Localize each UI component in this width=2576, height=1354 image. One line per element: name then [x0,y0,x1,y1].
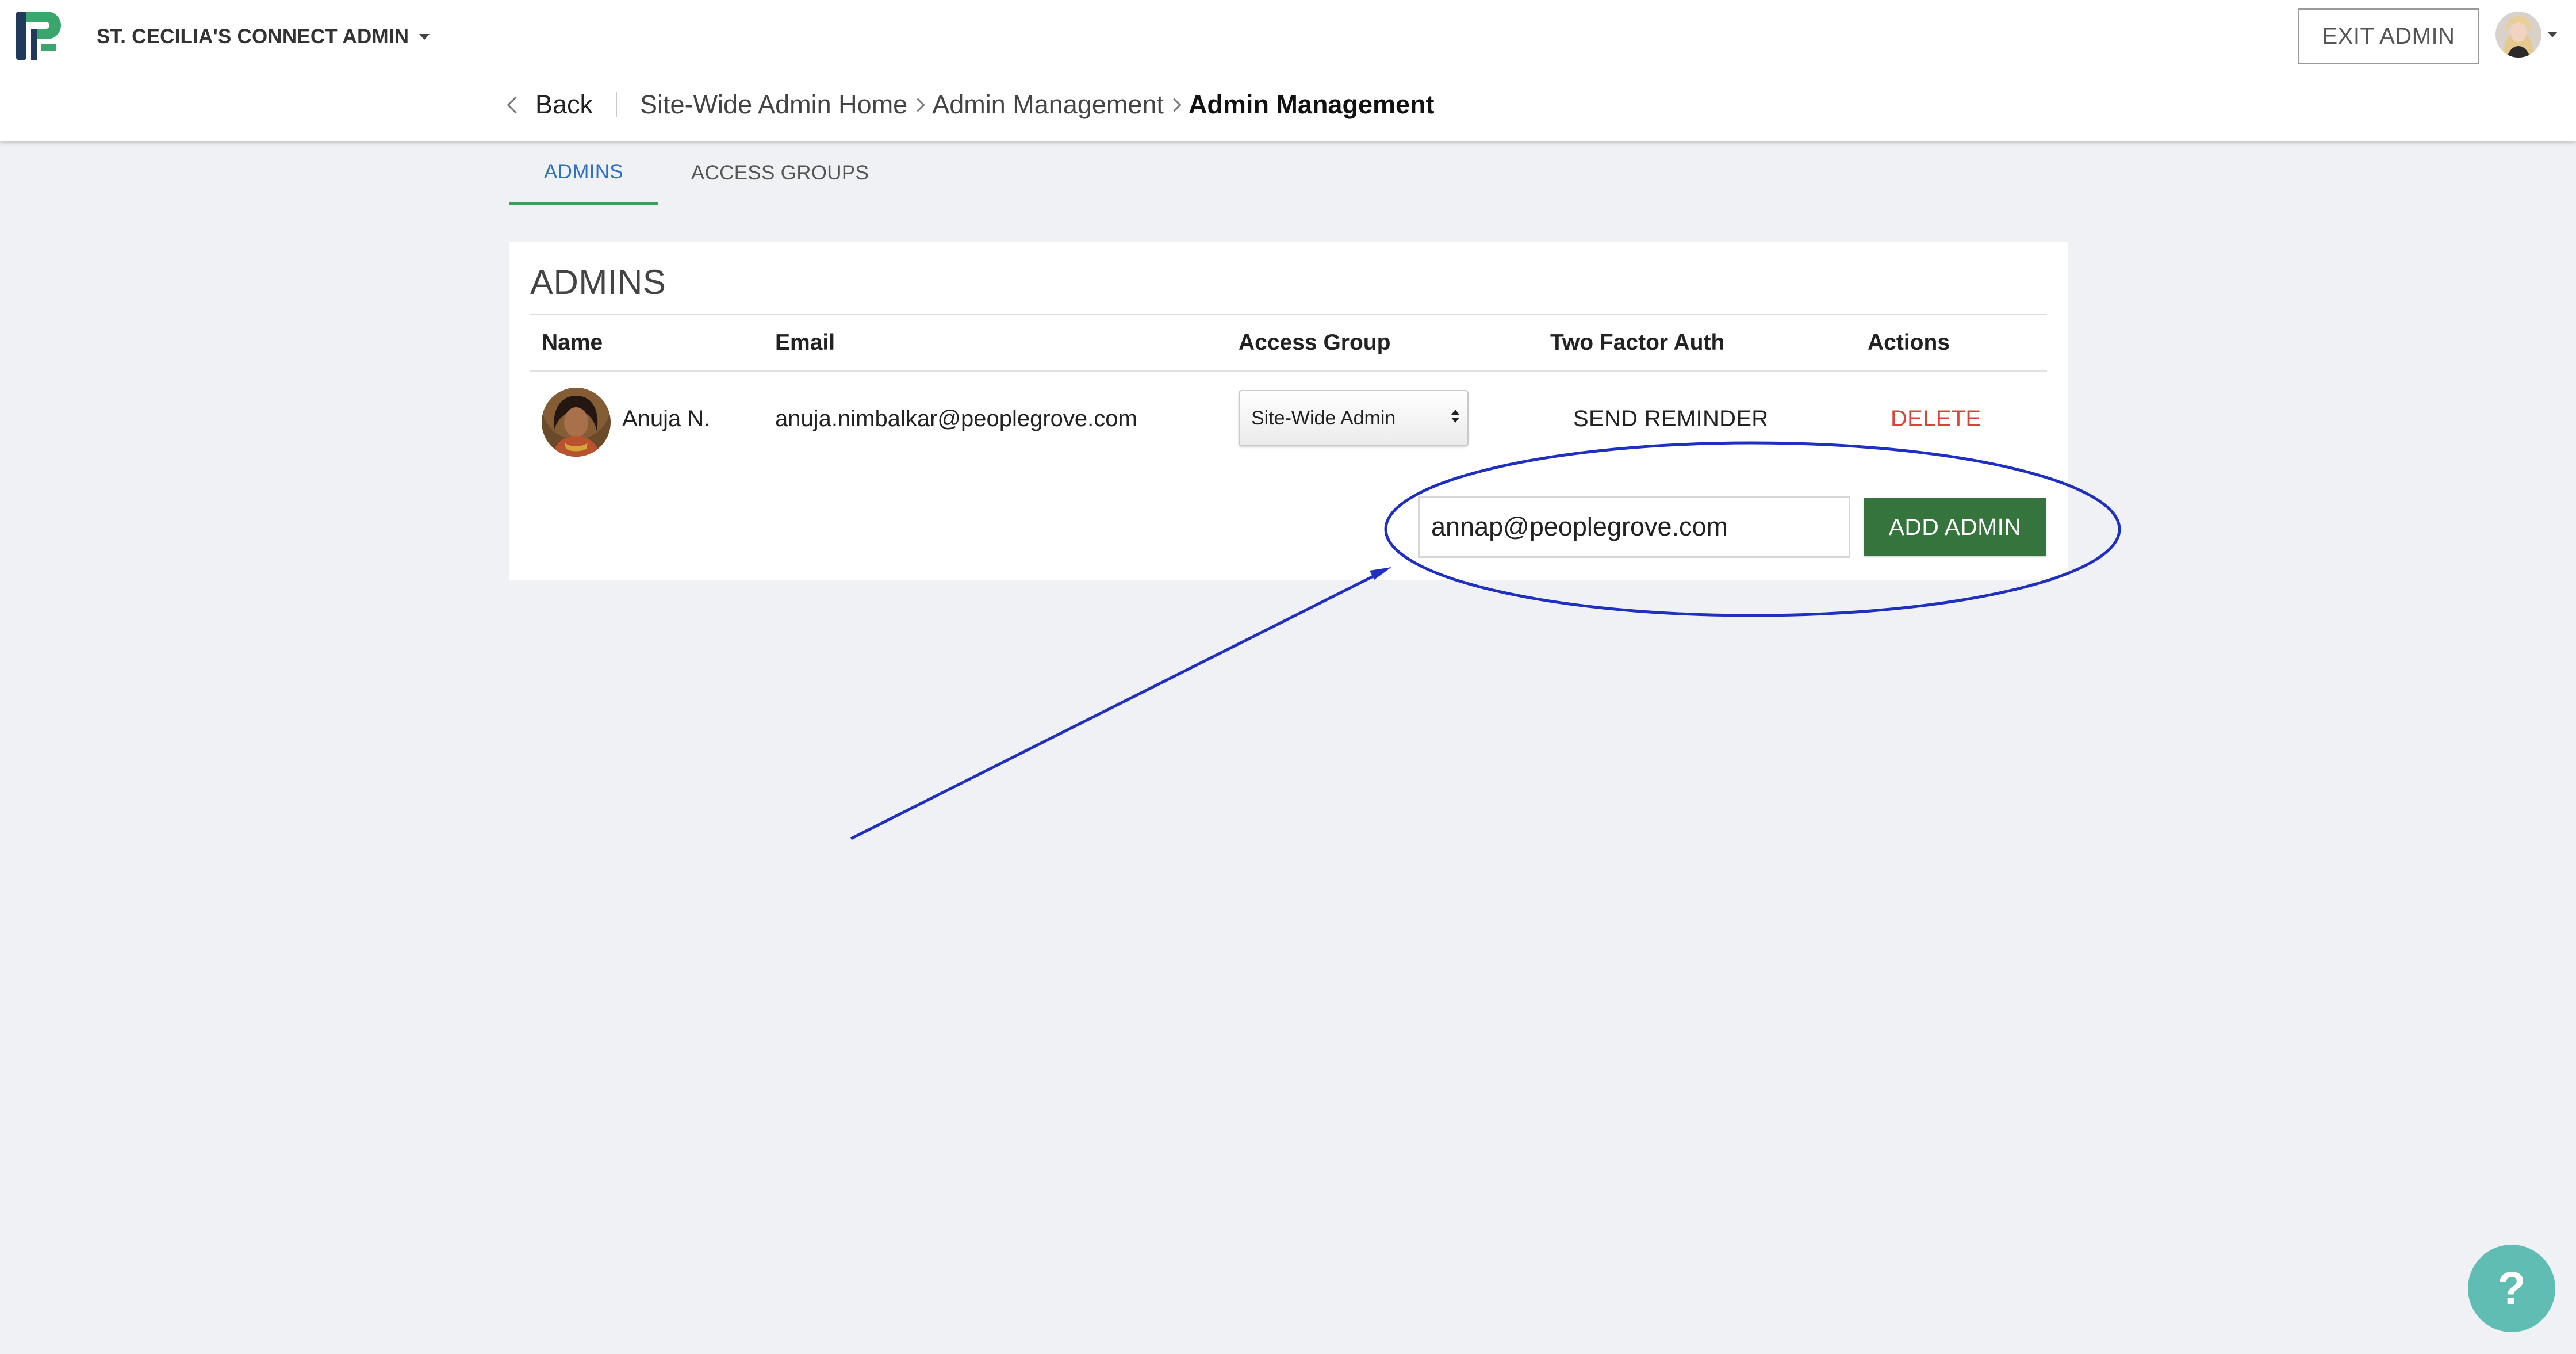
help-button[interactable]: ? [2468,1245,2555,1332]
divider [530,314,2047,315]
tab-admins[interactable]: ADMINS [509,141,658,205]
user-avatar [2496,12,2542,58]
admin-email: anuja.nimbalkar@peoplegrove.com [775,406,1137,431]
chevron-right-icon [1167,97,1182,112]
send-reminder-button[interactable]: SEND REMINDER [1573,406,1769,432]
access-group-value: Site-Wide Admin [1251,407,1396,429]
breadcrumb-site-wide-admin-home[interactable]: Site-Wide Admin Home [640,90,907,120]
column-header-email: Email [775,330,835,355]
add-admin-button[interactable]: ADD ADMIN [1864,498,2046,556]
annotation-arrow-line [850,571,1381,840]
annotation-overlay [850,441,2121,840]
new-admin-email-input[interactable] [1418,496,1850,558]
divider [530,370,2047,372]
access-group-select[interactable]: Site-Wide Admin [1239,390,1469,446]
chevron-right-icon [911,97,925,112]
admin-tabs: ADMINS ACCESS GROUPS [509,141,902,205]
breadcrumb: Back Site-Wide Admin Home Admin Manageme… [507,90,1435,120]
select-arrows-icon [1451,410,1459,423]
breadcrumb-divider [616,92,618,117]
top-navigation-bar: ST. CECILIA'S CONNECT ADMIN EXIT ADMIN B… [0,0,2576,141]
tab-access-groups[interactable]: ACCESS GROUPS [658,141,902,205]
back-label: Back [535,90,593,119]
delete-admin-button[interactable]: DELETE [1891,406,1981,432]
caret-down-icon [2547,32,2558,37]
avatar [542,388,611,457]
breadcrumb-current-page: Admin Management [1188,90,1435,119]
site-switcher[interactable]: ST. CECILIA'S CONNECT ADMIN [97,25,430,48]
caret-down-icon [419,34,430,40]
column-header-two-factor-auth: Two Factor Auth [1550,330,1725,355]
site-name-label: ST. CECILIA'S CONNECT ADMIN [97,25,409,48]
user-menu[interactable] [2496,12,2558,58]
exit-admin-button[interactable]: EXIT ADMIN [2298,8,2479,64]
chevron-left-icon [507,96,524,113]
column-header-name: Name [542,330,603,355]
breadcrumb-admin-management[interactable]: Admin Management [932,90,1164,120]
peoplegrove-logo-icon[interactable] [14,9,62,62]
panel-title: ADMINS [530,263,666,301]
column-header-access-group: Access Group [1239,330,1391,355]
back-link[interactable]: Back [507,90,593,120]
admin-name: Anuja N. [622,406,711,431]
column-header-actions: Actions [1868,330,1950,355]
